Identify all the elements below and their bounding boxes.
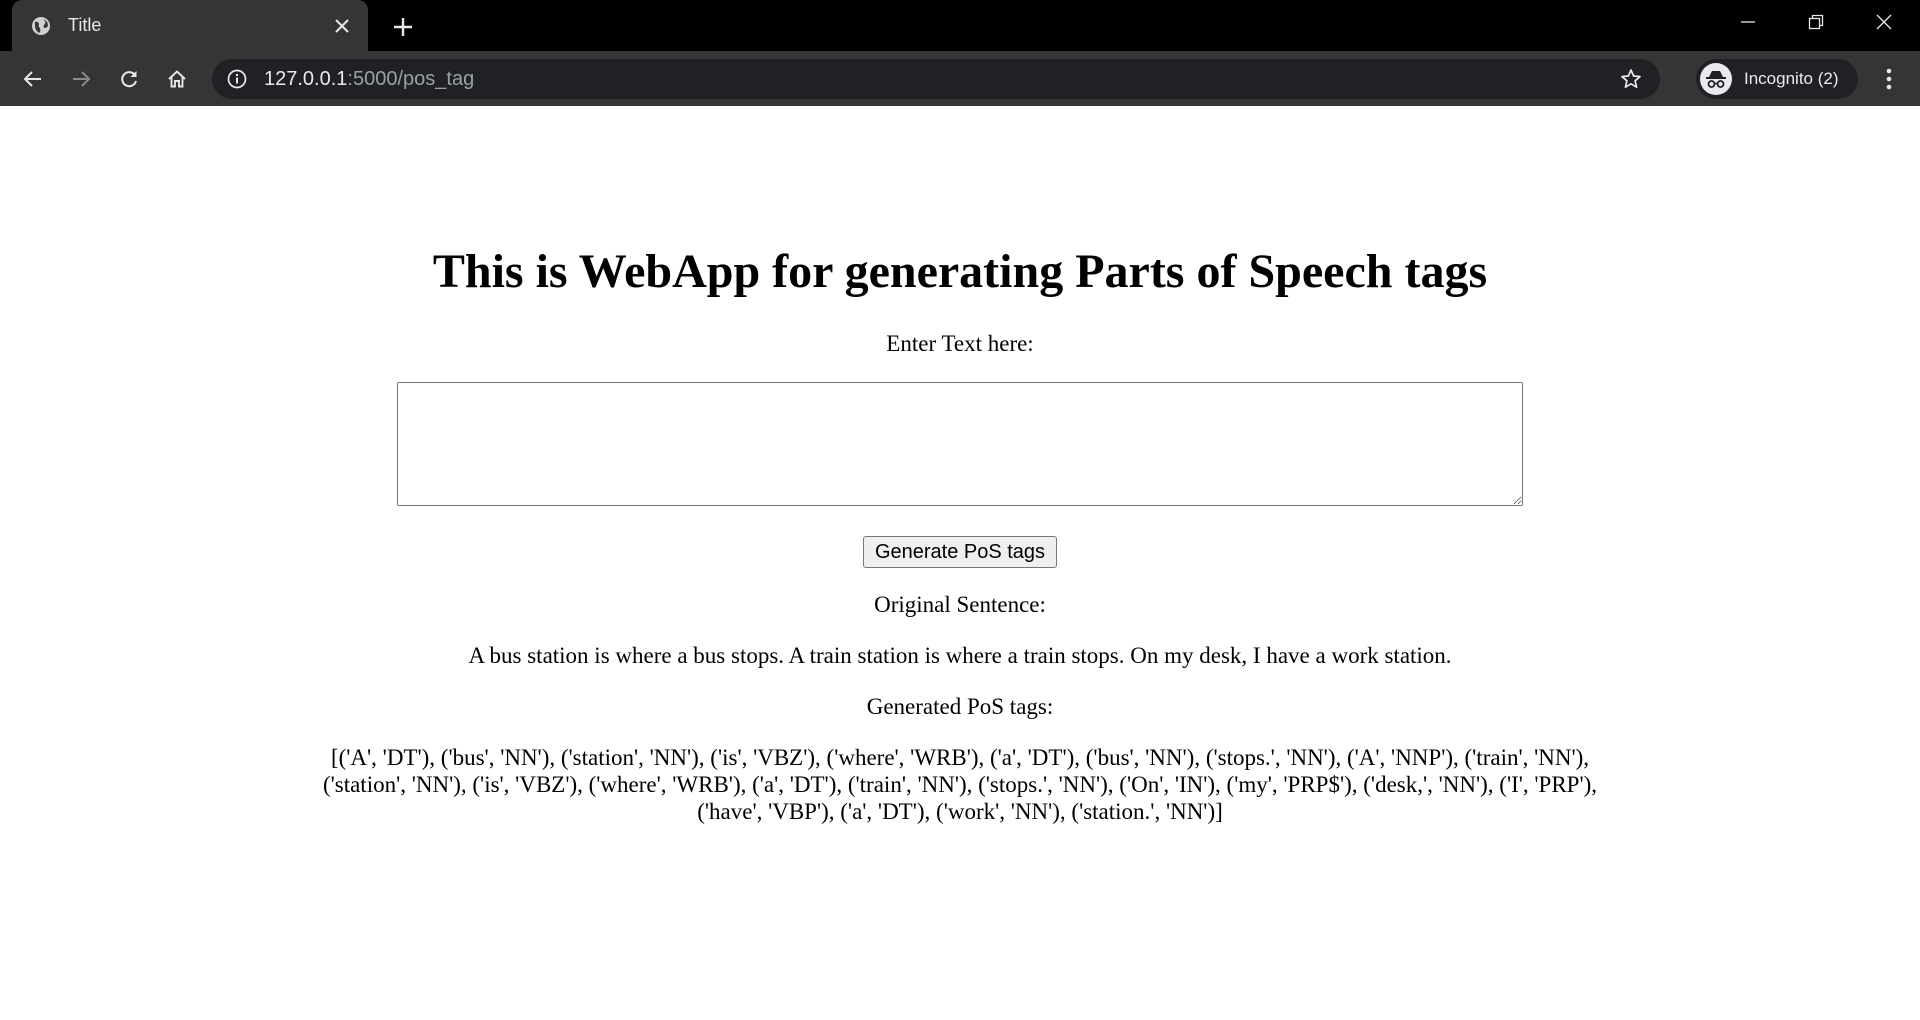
incognito-icon bbox=[1700, 63, 1732, 95]
browser-tab[interactable]: Title bbox=[12, 0, 368, 51]
generate-pos-tags-button[interactable]: Generate PoS tags bbox=[863, 536, 1057, 568]
generated-tags-output: [('A', 'DT'), ('bus', 'NN'), ('station',… bbox=[322, 745, 1598, 824]
page-content: This is WebApp for generating Parts of S… bbox=[0, 106, 1920, 1020]
close-icon[interactable] bbox=[330, 14, 354, 38]
url-host: 127.0.0.1 bbox=[264, 67, 348, 90]
input-label: Enter Text here: bbox=[886, 331, 1034, 356]
url-text[interactable]: 127.0.0.1:5000/pos_tag bbox=[264, 68, 1618, 91]
address-bar[interactable]: 127.0.0.1:5000/pos_tag bbox=[212, 59, 1660, 99]
arrow-right-icon[interactable] bbox=[64, 62, 98, 96]
browser-toolbar: 127.0.0.1:5000/pos_tag Incognito (2) bbox=[0, 51, 1920, 106]
plus-icon[interactable] bbox=[388, 12, 418, 42]
url-path: :5000/pos_tag bbox=[347, 67, 475, 90]
minimize-icon[interactable] bbox=[1714, 0, 1782, 44]
generated-tags-label: Generated PoS tags: bbox=[866, 694, 1054, 719]
arrow-left-icon[interactable] bbox=[16, 62, 50, 96]
text-input[interactable] bbox=[397, 382, 1523, 506]
home-icon[interactable] bbox=[160, 62, 194, 96]
kebab-menu-icon[interactable] bbox=[1874, 63, 1904, 95]
browser-title-bar: Title bbox=[0, 0, 1920, 51]
tab-title: Title bbox=[68, 15, 102, 35]
close-icon[interactable] bbox=[1850, 0, 1918, 44]
original-sentence-label: Original Sentence: bbox=[874, 592, 1046, 617]
profile-label: Incognito (2) bbox=[1744, 69, 1839, 88]
reload-icon[interactable] bbox=[112, 62, 146, 96]
restore-icon[interactable] bbox=[1782, 0, 1850, 44]
profile-button[interactable]: Incognito (2) bbox=[1696, 59, 1858, 99]
page-title: This is WebApp for generating Parts of S… bbox=[432, 245, 1488, 298]
star-icon[interactable] bbox=[1618, 66, 1644, 92]
info-icon[interactable] bbox=[226, 68, 248, 90]
original-sentence: A bus station is where a bus stops. A tr… bbox=[468, 643, 1452, 668]
globe-icon bbox=[30, 15, 52, 37]
